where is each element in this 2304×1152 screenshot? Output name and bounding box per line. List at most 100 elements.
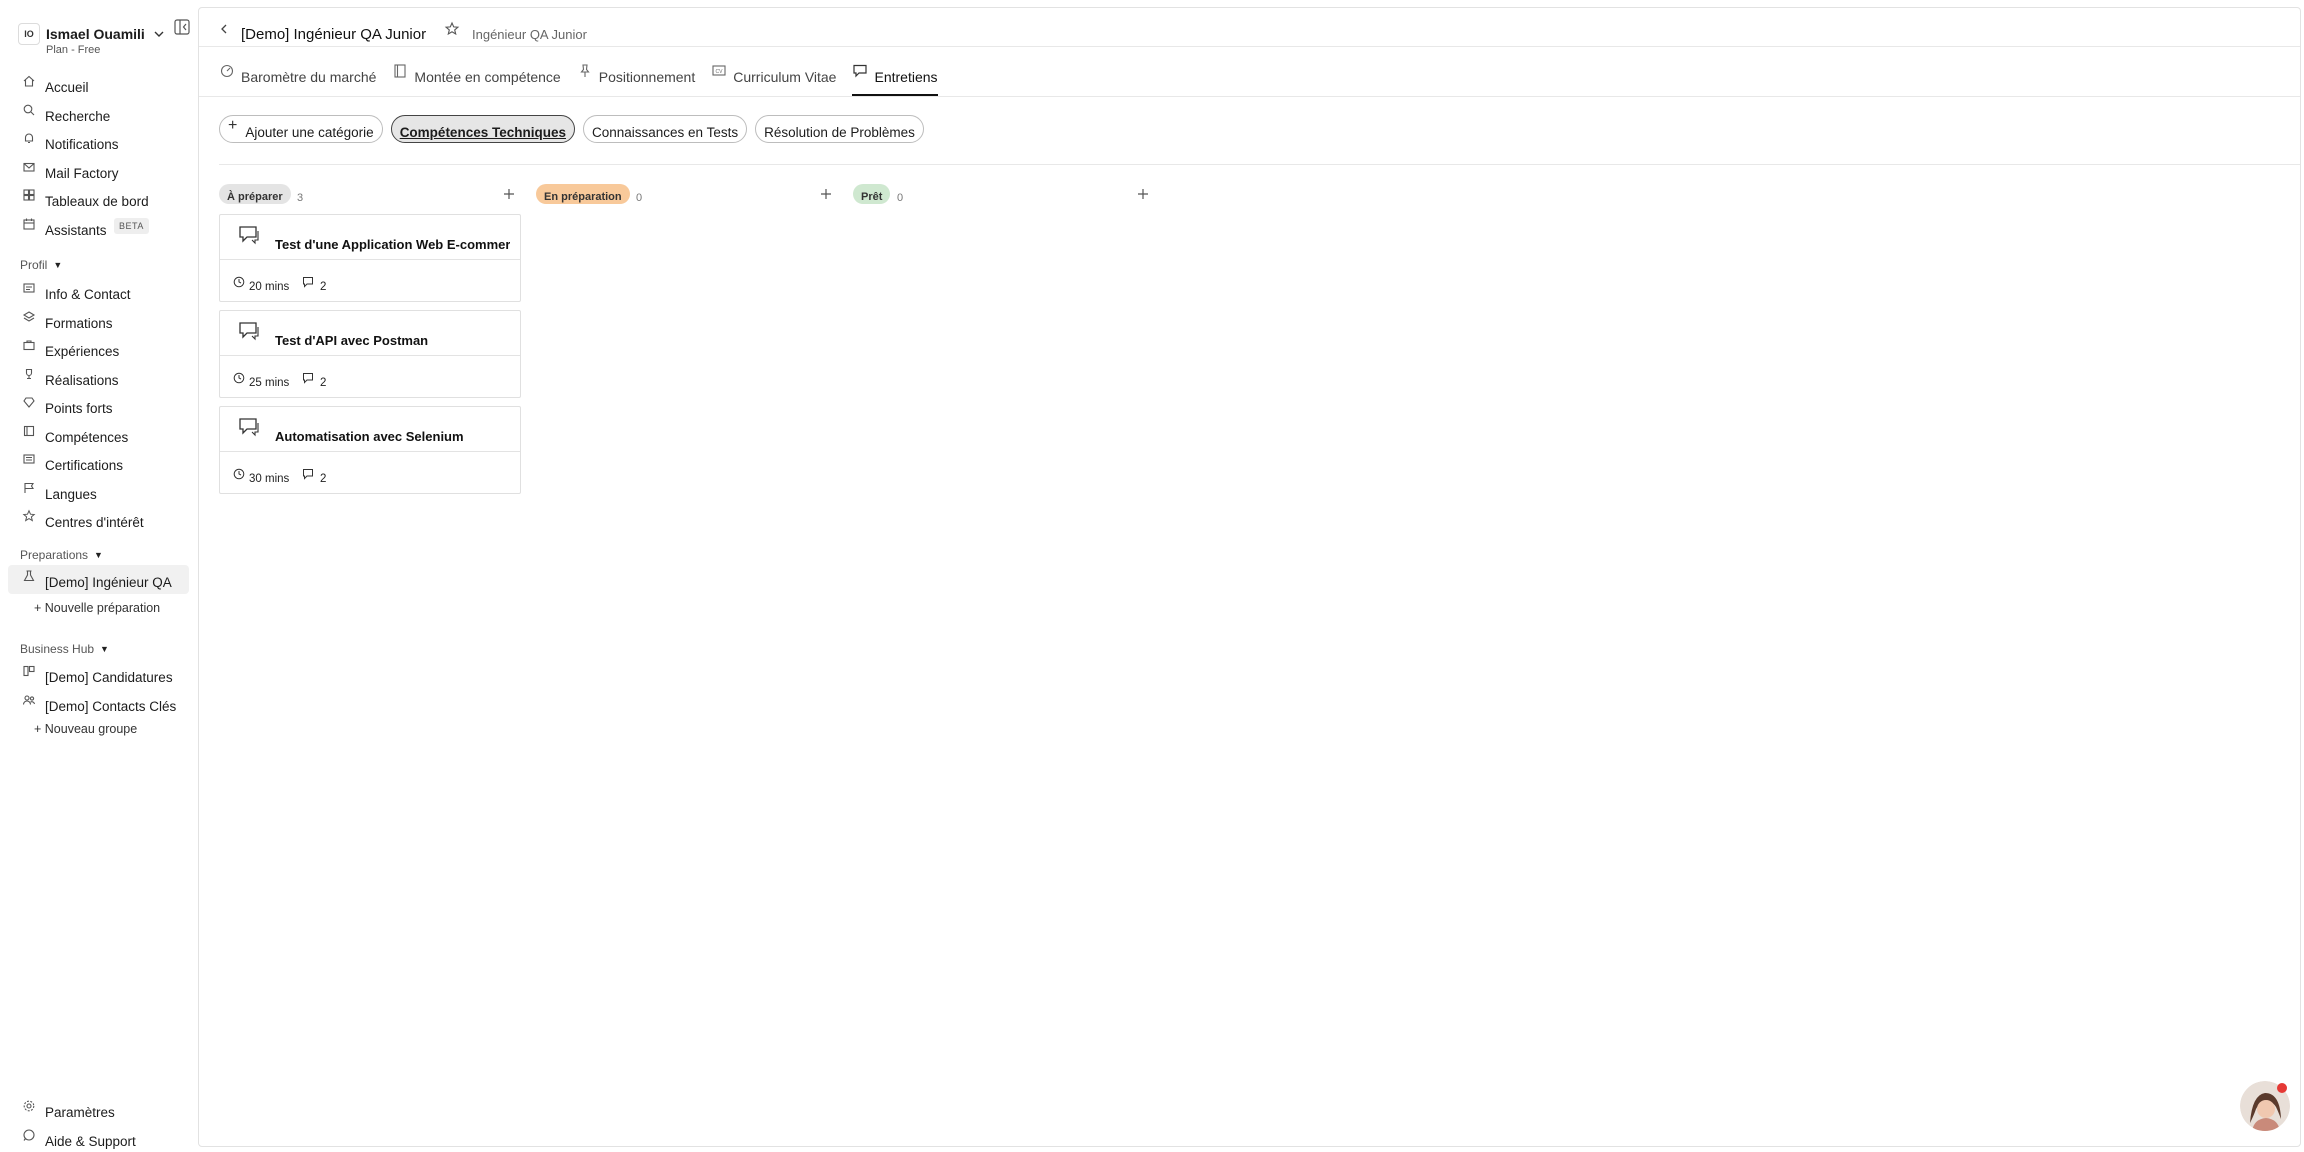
card-comment-count: 2 <box>320 377 327 389</box>
sidebar-collapse-icon[interactable] <box>173 18 191 36</box>
column-count: 3 <box>297 192 304 204</box>
flag-icon <box>24 482 34 493</box>
nav-item-competences[interactable]: Compétences <box>0 420 197 449</box>
tab-curriculum-vitae[interactable]: CV Curriculum Vitae <box>711 60 836 96</box>
trophy-icon <box>25 368 33 379</box>
nav-label: Compétences <box>45 429 129 445</box>
nav-item-centres-interet[interactable]: Centres d'intérêt <box>0 505 197 534</box>
tab-label: Entretiens <box>874 69 938 85</box>
card-title: Test d'une Application Web E-commerce <box>275 237 510 252</box>
card-title: Test d'API avec Postman <box>275 333 429 348</box>
category-competences-techniques[interactable]: Compétences Techniques <box>390 115 575 143</box>
tab-positionnement[interactable]: Positionnement <box>577 60 696 96</box>
category-resolution-problemes[interactable]: Résolution de Problèmes <box>755 115 924 143</box>
star-icon <box>22 509 36 522</box>
nav-item-parametres[interactable]: Paramètres <box>0 1095 197 1124</box>
layers-icon <box>22 310 36 322</box>
new-group-link[interactable]: + Nouveau groupe <box>34 722 137 736</box>
nav-item-certifications[interactable]: Certifications <box>0 448 197 477</box>
nav-item-experiences[interactable]: Expériences <box>0 334 197 363</box>
column-header-pret: Prêt 0 <box>853 184 1153 206</box>
nav-label: Notifications <box>45 137 119 152</box>
nav-label: Info & Contact <box>45 287 131 302</box>
user-menu[interactable]: IO Ismael Ouamili <box>18 22 165 46</box>
card-comment-count: 2 <box>320 281 327 293</box>
divider <box>199 46 2300 47</box>
nav-item-langues[interactable]: Langues <box>0 477 197 506</box>
card-duration: 25 mins <box>249 377 290 389</box>
add-card-plus-icon[interactable] <box>1136 187 1150 201</box>
search-icon <box>23 104 35 115</box>
plus-icon: + <box>228 117 238 134</box>
nav-item-realisations[interactable]: Réalisations <box>0 363 197 392</box>
tab-entretiens[interactable]: Entretiens <box>852 60 938 96</box>
mail-icon <box>23 162 35 172</box>
nav-item-aide-support[interactable]: Aide & Support <box>0 1124 197 1152</box>
divider <box>199 96 2300 97</box>
nav-item-tableaux-de-bord[interactable]: Tableaux de bord <box>0 184 197 213</box>
add-card-plus-icon[interactable] <box>819 187 833 201</box>
tab-bar: Baromètre du marché Montée en compétence… <box>219 60 954 96</box>
page-subtitle: Ingénieur QA Junior <box>472 27 587 42</box>
comment-icon <box>303 469 313 480</box>
interview-card[interactable]: Test d'API avec Postman 25 mins 2 <box>219 310 521 398</box>
section-business-hub[interactable]: Business Hub ▼ <box>20 642 109 656</box>
nav-item-mail-factory[interactable]: Mail Factory <box>0 156 197 185</box>
caret-down-icon: ▼ <box>53 260 63 270</box>
nav-item-notifications[interactable]: Notifications <box>0 127 197 156</box>
category-pills: + Ajouter une catégorie Compétences Tech… <box>219 115 932 145</box>
nav-item-demo-ingenieur-qa[interactable]: [Demo] Ingénieur QA <box>8 565 189 594</box>
tab-label: Montée en compétence <box>414 69 561 85</box>
user-plan: Plan - Free <box>46 44 101 56</box>
nav-item-recherche[interactable]: Recherche <box>0 99 197 128</box>
chat-bubbles-icon <box>239 418 259 437</box>
nav-label: Recherche <box>45 108 111 124</box>
nav-item-demo-contacts-cles[interactable]: [Demo] Contacts Clés <box>0 689 197 718</box>
add-category-button[interactable]: + Ajouter une catégorie <box>219 115 383 143</box>
divider <box>220 451 520 452</box>
beta-badge: BETA <box>114 217 149 234</box>
back-arrow-icon[interactable] <box>217 22 231 36</box>
section-profil[interactable]: Profil ▼ <box>20 258 62 272</box>
nav-label: Tableaux de bord <box>45 194 149 209</box>
nav-label: Accueil <box>45 80 89 95</box>
divider <box>220 259 520 260</box>
preparations-nav: [Demo] Ingénieur QA <box>0 565 197 594</box>
interview-card[interactable]: Test d'une Application Web E-commerce 20… <box>219 214 521 302</box>
clock-icon <box>233 372 245 384</box>
certificate-icon <box>23 454 35 464</box>
calendar-icon <box>23 218 35 230</box>
nav-item-info-contact[interactable]: Info & Contact <box>0 277 197 306</box>
bell-icon <box>24 133 34 144</box>
category-connaissances-tests[interactable]: Connaissances en Tests <box>582 115 748 143</box>
flask-icon <box>23 570 35 582</box>
nav-item-demo-candidatures[interactable]: [Demo] Candidatures <box>0 660 197 689</box>
pill-label: Connaissances en Tests <box>591 125 739 140</box>
nav-label: Langues <box>45 486 97 502</box>
tab-label: Positionnement <box>598 69 696 85</box>
board-icon <box>23 665 35 677</box>
tab-montee-competence[interactable]: Montée en compétence <box>392 60 561 96</box>
add-card-plus-icon[interactable] <box>502 187 516 201</box>
column-count: 0 <box>897 192 904 204</box>
chat-bubbles-icon <box>239 226 259 245</box>
tab-barometre[interactable]: Baromètre du marché <box>219 60 376 96</box>
favorite-star-icon[interactable] <box>444 21 460 37</box>
column-count: 0 <box>636 192 643 204</box>
clock-icon <box>233 276 245 288</box>
footer-nav: Paramètres Aide & Support <box>0 1095 197 1152</box>
nav-item-points-forts[interactable]: Points forts <box>0 391 197 420</box>
section-preparations[interactable]: Preparations ▼ <box>20 548 103 562</box>
new-preparation-link[interactable]: + Nouvelle préparation <box>34 601 160 615</box>
nav-label: [Demo] Contacts Clés <box>45 698 177 714</box>
nav-item-accueil[interactable]: Accueil <box>0 70 197 99</box>
nav-item-assistants[interactable]: Assistants BETA <box>0 213 197 242</box>
section-title: Preparations <box>20 548 89 562</box>
user-name: Ismael Ouamili <box>46 26 145 42</box>
nav-item-formations[interactable]: Formations <box>0 306 197 335</box>
nav-label: Formations <box>45 315 113 331</box>
interview-card[interactable]: Automatisation avec Selenium 30 mins 2 <box>219 406 521 494</box>
main-panel: [Demo] Ingénieur QA Junior Ingénieur QA … <box>198 7 2301 1147</box>
sidebar: IO Ismael Ouamili Plan - Free Accueil Re… <box>0 0 197 1152</box>
grid-icon <box>23 189 35 201</box>
